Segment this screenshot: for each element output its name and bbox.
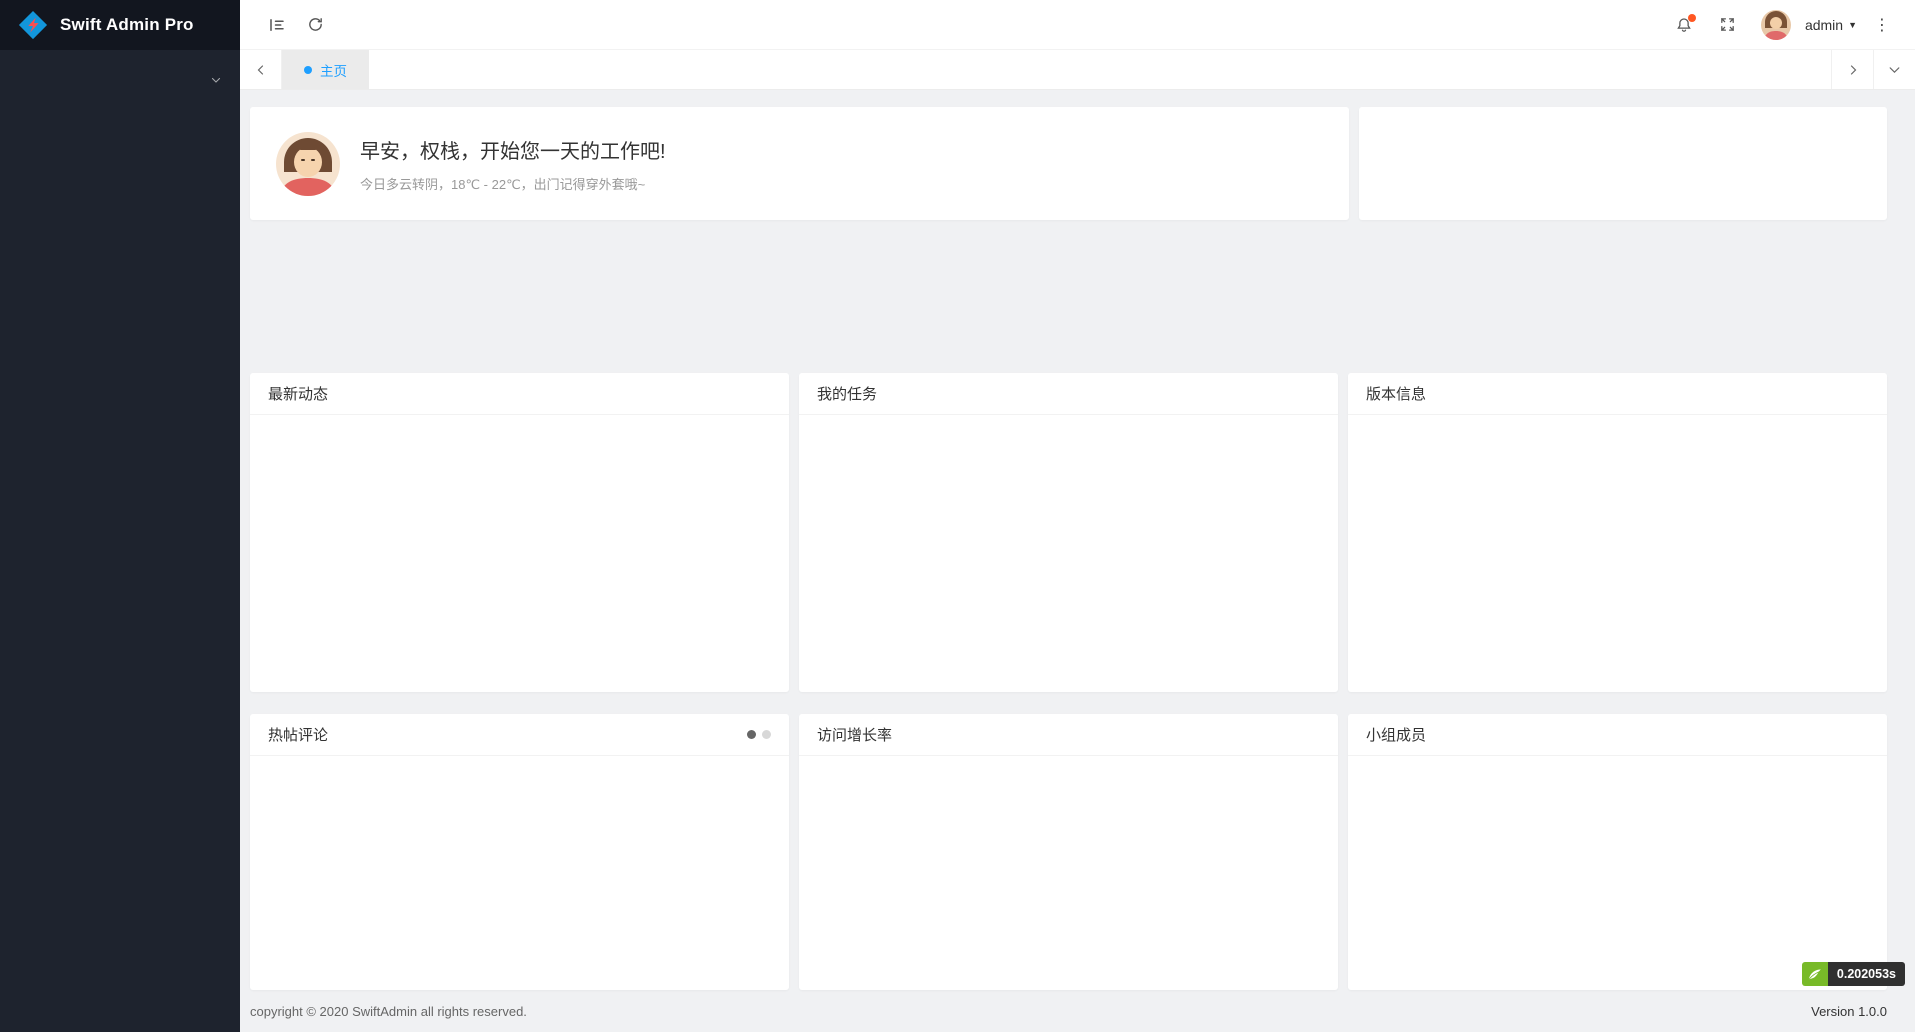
tab-active-dot: [304, 66, 312, 74]
app-root: Swift Admin Pro: [0, 0, 1915, 1032]
sidebar-item-0[interactable]: [0, 56, 240, 104]
chart-card-title: 访问增长率: [817, 724, 892, 745]
greeting-text: 早安，权栈，开始您一天的工作吧!: [360, 135, 666, 164]
tasks-table: [799, 415, 1338, 427]
page-footer: copyright © 2020 SwiftAdmin all rights r…: [250, 1004, 1887, 1019]
debug-time: 0.202053s: [1828, 962, 1905, 986]
footer-version: Version 1.0.0: [1811, 1004, 1887, 1019]
collapse-sidebar-icon[interactable]: [258, 6, 296, 44]
team-card-title: 小组成员: [1366, 724, 1426, 745]
chevron-down-icon: [210, 74, 222, 86]
comments-card-title: 热帖评论: [268, 724, 328, 745]
tabs-scroll-left-icon[interactable]: [240, 50, 282, 89]
greeting-avatar: [276, 132, 340, 196]
tasks-card-title: 我的任务: [817, 383, 877, 404]
notifications-bell-icon[interactable]: [1665, 6, 1703, 44]
news-card-title: 最新动态: [268, 383, 328, 404]
tabs-menu-icon[interactable]: [1873, 50, 1915, 89]
app-logo[interactable]: Swift Admin Pro: [0, 0, 240, 50]
tab-home[interactable]: 主页: [282, 50, 369, 89]
user-menu[interactable]: admin ▼: [1805, 17, 1857, 33]
news-timeline: [250, 415, 789, 447]
sidebar: Swift Admin Pro: [0, 0, 240, 1032]
notification-dot: [1688, 14, 1696, 22]
news-card: 最新动态: [250, 373, 789, 692]
comments-card: 热帖评论: [250, 714, 789, 990]
version-card-title: 版本信息: [1366, 383, 1426, 404]
thinkphp-leaf-icon: [1802, 962, 1828, 986]
sidebar-menu: [0, 50, 240, 1032]
username: admin: [1805, 17, 1843, 33]
tasks-card: 我的任务: [799, 373, 1338, 692]
user-avatar[interactable]: [1761, 10, 1791, 40]
team-card: 小组成员: [1348, 714, 1887, 990]
tab-spacer: [369, 50, 1831, 89]
fullscreen-icon[interactable]: [1709, 6, 1747, 44]
carousel-dot-1[interactable]: [747, 730, 756, 739]
carousel-dot-2[interactable]: [762, 730, 771, 739]
content-area: 早安，权栈，开始您一天的工作吧! 今日多云转阴，18℃ - 22℃，出门记得穿外…: [240, 90, 1915, 1032]
version-table: [1348, 415, 1887, 419]
version-card: 版本信息: [1348, 373, 1887, 692]
tabs-scroll-right-icon[interactable]: [1831, 50, 1873, 89]
weather-text: 今日多云转阴，18℃ - 22℃，出门记得穿外套哦~: [360, 174, 666, 193]
shortcuts-row: [250, 240, 1887, 355]
more-options-icon[interactable]: ⋮: [1867, 15, 1897, 35]
comments-table: [250, 756, 789, 766]
logo-icon: [18, 10, 48, 40]
copyright-text: copyright © 2020 SwiftAdmin all rights r…: [250, 1004, 527, 1019]
top-header: admin ▼ ⋮: [240, 0, 1915, 50]
tab-label: 主页: [320, 60, 347, 80]
app-title: Swift Admin Pro: [60, 15, 194, 35]
tab-bar: 主页: [240, 50, 1915, 90]
welcome-text: 早安，权栈，开始您一天的工作吧! 今日多云转阴，18℃ - 22℃，出门记得穿外…: [360, 135, 666, 193]
debug-toolbar[interactable]: 0.202053s: [1802, 962, 1905, 986]
team-list: [1348, 756, 1887, 768]
header-actions: admin ▼ ⋮: [1665, 6, 1897, 44]
growth-chart-card: 访问增长率: [799, 714, 1338, 990]
chevron-down-icon: ▼: [1848, 20, 1857, 30]
quick-links-card: [1359, 107, 1887, 220]
welcome-card: 早安，权栈，开始您一天的工作吧! 今日多云转阴，18℃ - 22℃，出门记得穿外…: [250, 107, 1349, 220]
main-area: admin ▼ ⋮ 主页: [240, 0, 1915, 1032]
refresh-icon[interactable]: [296, 6, 334, 44]
carousel-dots: [747, 730, 771, 739]
